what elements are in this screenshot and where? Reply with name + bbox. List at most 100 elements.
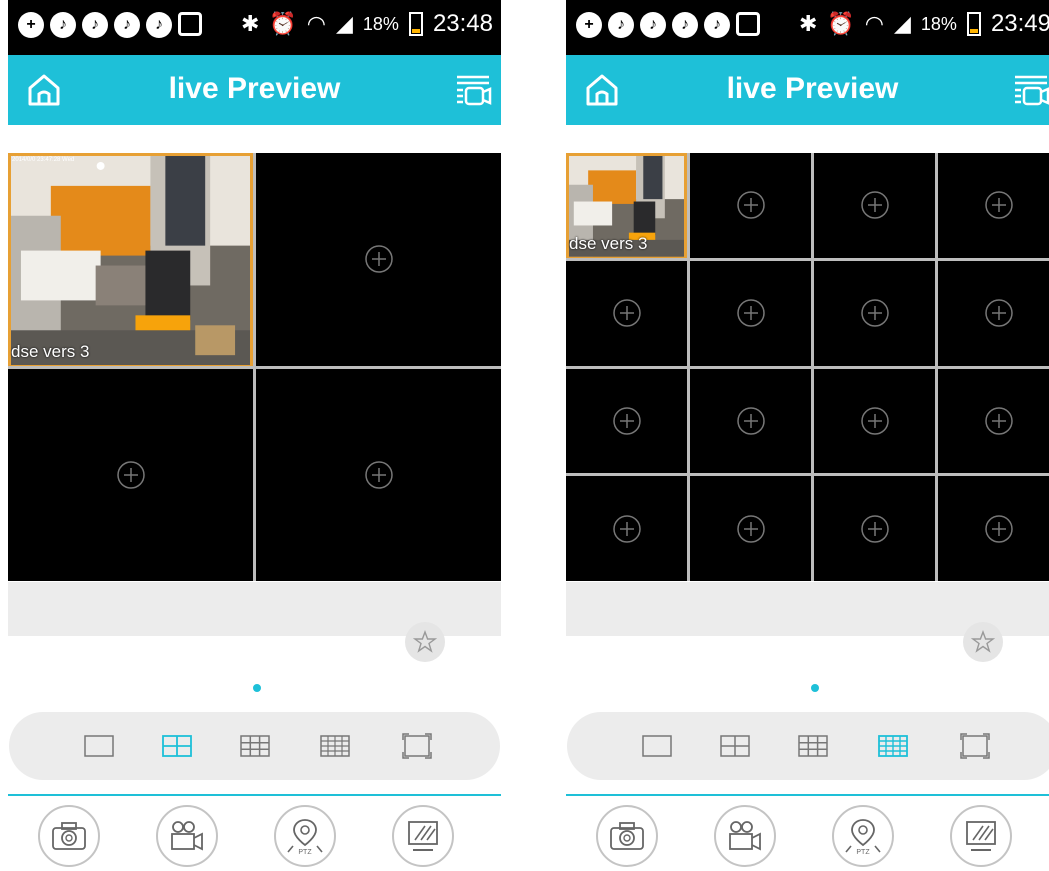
video-channel-cell[interactable] [256, 153, 501, 366]
plus-circle-icon[interactable] [736, 406, 766, 436]
channel-label: dse vers 3 [569, 233, 648, 253]
favorite-button[interactable] [405, 622, 445, 662]
notification-icon: ♪ [608, 12, 634, 38]
favorite-star-icon [971, 630, 995, 653]
camera-list-icon[interactable] [1011, 73, 1049, 107]
video-grid: dse vers 3 [566, 153, 1049, 581]
video-channel-cell[interactable] [566, 476, 687, 581]
plus-circle-icon[interactable] [116, 460, 146, 490]
video-channel-cell[interactable] [690, 153, 811, 258]
plus-circle-icon[interactable] [736, 190, 766, 220]
video-channel-cell[interactable] [566, 260, 687, 366]
notification-icon: ♪ [114, 12, 140, 38]
video-channel-cell[interactable]: dse vers 3 [566, 153, 687, 258]
gallery-icon [178, 12, 202, 36]
ptz-button[interactable]: PTZ [274, 805, 336, 867]
timestamp-overlay: 2014/0/0 23:47:28 Wed [12, 157, 75, 163]
toolbar-divider [8, 794, 501, 796]
plus-circle-icon[interactable] [984, 406, 1014, 436]
single-view-icon[interactable] [83, 732, 115, 760]
nine-split-icon[interactable] [239, 732, 271, 760]
video-channel-cell[interactable] [938, 260, 1049, 366]
plus-circle-icon[interactable] [736, 298, 766, 328]
ptz-location-icon: PTZ [845, 819, 881, 856]
bluetooth-icon: ✱ [798, 11, 818, 36]
single-view-icon[interactable] [641, 732, 673, 760]
ptz-label: PTZ [856, 849, 870, 856]
page-indicator-dot [811, 684, 819, 692]
wifi-icon: ◠ [306, 11, 326, 36]
notification-icon: ♪ [82, 12, 108, 38]
nine-split-icon[interactable] [797, 732, 829, 760]
plus-circle-icon[interactable] [860, 406, 890, 436]
video-channel-cell[interactable] [814, 153, 935, 258]
battery-percent: 18% [362, 13, 399, 34]
gallery-icon [736, 12, 760, 36]
sixteen-split-icon[interactable] [877, 732, 909, 760]
video-channel-cell[interactable] [814, 368, 935, 474]
plus-circle-icon[interactable] [984, 514, 1014, 544]
video-channel-cell[interactable] [938, 476, 1049, 581]
camera-list-icon[interactable] [453, 73, 493, 107]
phone-screen-right: + ♪ ♪ ♪ ♪ ✱ ⏰ ◠ ◢ 18% 23:49 live Preview [566, 0, 1049, 871]
video-channel-cell[interactable] [690, 260, 811, 366]
wifi-icon: ◠ [864, 11, 884, 36]
snapshot-button[interactable] [38, 805, 100, 867]
record-button[interactable] [156, 805, 218, 867]
page-title: live Preview [726, 72, 899, 105]
page-indicator-dot [253, 684, 261, 692]
signal-icon: ◢ [893, 11, 911, 36]
plus-circle-icon[interactable] [860, 190, 890, 220]
record-button[interactable] [714, 805, 776, 867]
image-adjust-button[interactable] [950, 805, 1012, 867]
image-adjust-icon [966, 821, 996, 851]
notification-icon: ♪ [146, 12, 172, 38]
plus-circle-icon[interactable] [984, 190, 1014, 220]
fullscreen-icon[interactable] [401, 732, 433, 760]
layout-selector [9, 712, 500, 780]
video-channel-cell[interactable] [256, 368, 501, 581]
video-channel-cell[interactable] [814, 260, 935, 366]
ptz-location-icon: PTZ [287, 819, 323, 856]
signal-icon: ◢ [335, 11, 353, 36]
fullscreen-icon[interactable] [959, 732, 991, 760]
plus-circle-icon[interactable] [860, 298, 890, 328]
notification-icon: ♪ [704, 12, 730, 38]
video-channel-cell[interactable]: 2014/0/0 23:47:28 Wed dse vers 3 [8, 153, 253, 366]
image-adjust-button[interactable] [392, 805, 454, 867]
status-bar: + ♪ ♪ ♪ ♪ ✱ ⏰ ◠ ◢ 18% 23:48 [8, 0, 501, 55]
plus-circle-icon[interactable] [736, 514, 766, 544]
snapshot-button[interactable] [596, 805, 658, 867]
app-header: live Preview [8, 55, 501, 125]
battery-percent: 18% [920, 13, 957, 34]
status-bar: + ♪ ♪ ♪ ♪ ✱ ⏰ ◠ ◢ 18% 23:49 [566, 0, 1049, 55]
video-channel-cell[interactable] [938, 368, 1049, 474]
notification-icon: + [18, 12, 44, 38]
video-channel-cell[interactable] [8, 368, 253, 581]
ptz-button[interactable]: PTZ [832, 805, 894, 867]
camera-snapshot-icon [610, 822, 644, 850]
plus-circle-icon[interactable] [612, 406, 642, 436]
status-time: 23:48 [432, 10, 493, 37]
video-channel-cell[interactable] [814, 476, 935, 581]
bluetooth-icon: ✱ [240, 11, 260, 36]
plus-circle-icon[interactable] [984, 298, 1014, 328]
battery-icon [966, 12, 981, 36]
four-split-icon[interactable] [719, 732, 751, 760]
notification-icon: + [576, 12, 602, 38]
plus-circle-icon[interactable] [364, 244, 394, 274]
video-channel-cell[interactable] [938, 153, 1049, 258]
plus-circle-icon[interactable] [860, 514, 890, 544]
favorite-button[interactable] [963, 622, 1003, 662]
video-channel-cell[interactable] [566, 368, 687, 474]
notification-icon: ♪ [672, 12, 698, 38]
video-channel-cell[interactable] [690, 368, 811, 474]
plus-circle-icon[interactable] [612, 514, 642, 544]
four-split-icon[interactable] [161, 732, 193, 760]
sixteen-split-icon[interactable] [319, 732, 351, 760]
plus-circle-icon[interactable] [364, 460, 394, 490]
plus-circle-icon[interactable] [612, 298, 642, 328]
video-channel-cell[interactable] [690, 476, 811, 581]
ptz-label: PTZ [298, 849, 312, 856]
favorite-star-icon [413, 630, 437, 653]
